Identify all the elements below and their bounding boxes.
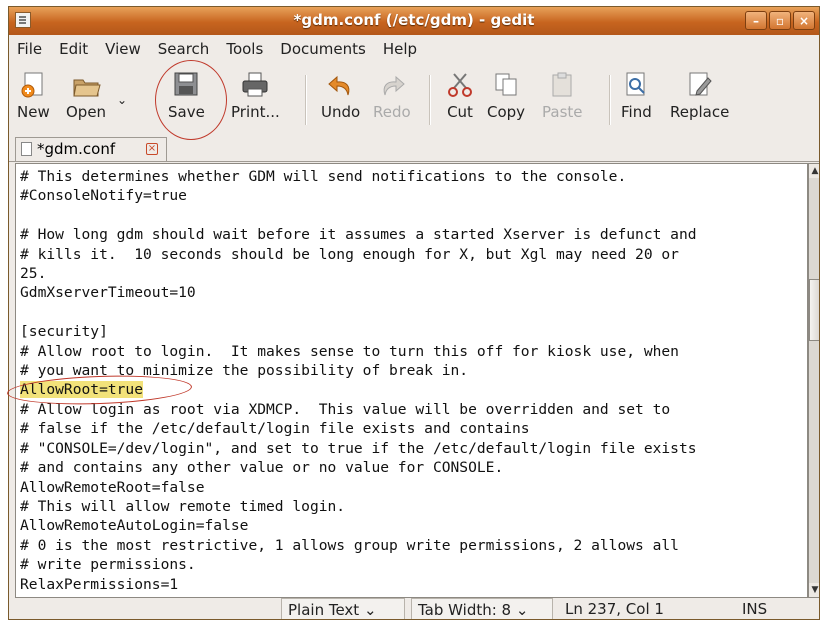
undo-arrow-icon — [326, 71, 356, 99]
copy-button[interactable]: Copy — [487, 71, 525, 121]
menu-bar: File Edit View Search Tools Documents He… — [9, 36, 819, 62]
menu-view[interactable]: View — [97, 40, 150, 58]
open-button[interactable]: Open — [66, 71, 106, 121]
chevron-down-icon: ⌄ — [363, 601, 377, 619]
code-line: # kills it. 10 seconds should be long en… — [20, 245, 679, 263]
replace-icon — [685, 71, 715, 99]
highlighted-line: AllowRoot=true — [20, 381, 144, 399]
document-icon — [21, 142, 32, 156]
menu-edit[interactable]: Edit — [51, 40, 97, 58]
minimize-button[interactable]: – — [745, 11, 767, 30]
text-lines-before: # This determines whether GDM will send … — [20, 167, 697, 380]
code-line: [security] — [20, 323, 108, 341]
new-button[interactable]: New — [17, 71, 50, 121]
scroll-up-icon[interactable]: ▲ — [809, 164, 819, 178]
replace-button[interactable]: Replace — [670, 71, 729, 121]
code-line: # you want to minimize the possibility o… — [20, 362, 469, 380]
scissors-icon — [445, 71, 475, 99]
text-lines-after: # Allow login as root via XDMCP. This va… — [20, 400, 697, 594]
open-recent-chevron-icon[interactable]: ⌄ — [117, 93, 127, 107]
code-line: # How long gdm should wait before it ass… — [20, 226, 697, 244]
code-line: # and contains any other value or no val… — [20, 459, 504, 477]
scrollbar-thumb[interactable] — [809, 279, 819, 341]
redo-arrow-icon — [377, 71, 407, 99]
menu-file[interactable]: File — [9, 40, 51, 58]
new-document-icon — [18, 71, 48, 99]
code-line: RelaxPermissions=1 — [20, 575, 179, 593]
code-line: GdmXserverTimeout=10 — [20, 284, 196, 302]
save-disk-icon — [171, 71, 201, 99]
cut-button[interactable]: Cut — [445, 71, 475, 121]
insert-mode-indicator: INS — [742, 600, 768, 618]
code-line: # write permissions. — [20, 556, 196, 574]
menu-search[interactable]: Search — [150, 40, 219, 58]
code-line: AllowRemoteRoot=false — [20, 478, 205, 496]
text-editor[interactable]: # This determines whether GDM will send … — [15, 163, 808, 598]
printer-icon — [240, 71, 270, 99]
code-line: # Allow root to login. It makes sense to… — [20, 342, 679, 360]
find-button[interactable]: Find — [621, 71, 652, 121]
copy-icon — [491, 71, 521, 99]
code-line: # This determines whether GDM will send … — [20, 168, 627, 185]
toolbar-separator — [609, 75, 611, 125]
document-tab-bar: *gdm.conf × — [9, 135, 819, 162]
tab-width-selector[interactable]: Tab Width: 8 ⌄ — [411, 598, 553, 619]
language-selector[interactable]: Plain Text ⌄ — [281, 598, 405, 619]
cursor-position: Ln 237, Col 1 — [565, 600, 664, 618]
gedit-window: *gdm.conf (/etc/gdm) - gedit – ▫ × File … — [8, 6, 820, 620]
chevron-down-icon: ⌄ — [515, 601, 529, 619]
open-folder-icon — [71, 71, 101, 99]
paste-button[interactable]: Paste — [542, 71, 583, 121]
code-line: # Allow login as root via XDMCP. This va… — [20, 400, 671, 418]
redo-button[interactable]: Redo — [373, 71, 411, 121]
code-line: # This will allow remote timed login. — [20, 497, 346, 515]
vertical-scrollbar[interactable]: ▲ ▼ — [808, 163, 819, 598]
code-line: 25. — [20, 265, 47, 283]
maximize-button[interactable]: ▫ — [769, 11, 791, 30]
find-magnifier-icon — [621, 71, 651, 99]
close-window-button[interactable]: × — [793, 11, 815, 30]
toolbar-separator — [305, 75, 307, 125]
status-bar: Plain Text ⌄ Tab Width: 8 ⌄ Ln 237, Col … — [9, 598, 819, 619]
save-button[interactable]: Save — [168, 71, 205, 121]
code-line: # 0 is the most restrictive, 1 allows gr… — [20, 536, 679, 554]
close-tab-icon[interactable]: × — [146, 143, 158, 155]
toolbar: New Open ⌄ Save Print... Undo Redo Cut C… — [9, 65, 819, 135]
menu-help[interactable]: Help — [375, 40, 426, 58]
code-line: AllowRemoteAutoLogin=false — [20, 517, 249, 535]
toolbar-separator — [429, 75, 431, 125]
code-text[interactable]: # This determines whether GDM will send … — [20, 167, 697, 594]
print-button[interactable]: Print... — [231, 71, 280, 121]
code-line: #ConsoleNotify=true — [20, 187, 187, 205]
menu-documents[interactable]: Documents — [272, 40, 375, 58]
title-bar[interactable]: *gdm.conf (/etc/gdm) - gedit – ▫ × — [9, 7, 819, 35]
code-line: # false if the /etc/default/login file e… — [20, 420, 530, 438]
code-line: # "CONSOLE=/dev/login", and set to true … — [20, 439, 697, 457]
scroll-down-icon[interactable]: ▼ — [809, 583, 819, 597]
menu-tools[interactable]: Tools — [218, 40, 272, 58]
undo-button[interactable]: Undo — [321, 71, 360, 121]
paste-clipboard-icon — [547, 71, 577, 99]
tab-gdm-conf[interactable]: *gdm.conf × — [15, 137, 167, 161]
window-title: *gdm.conf (/etc/gdm) - gedit — [293, 11, 535, 29]
